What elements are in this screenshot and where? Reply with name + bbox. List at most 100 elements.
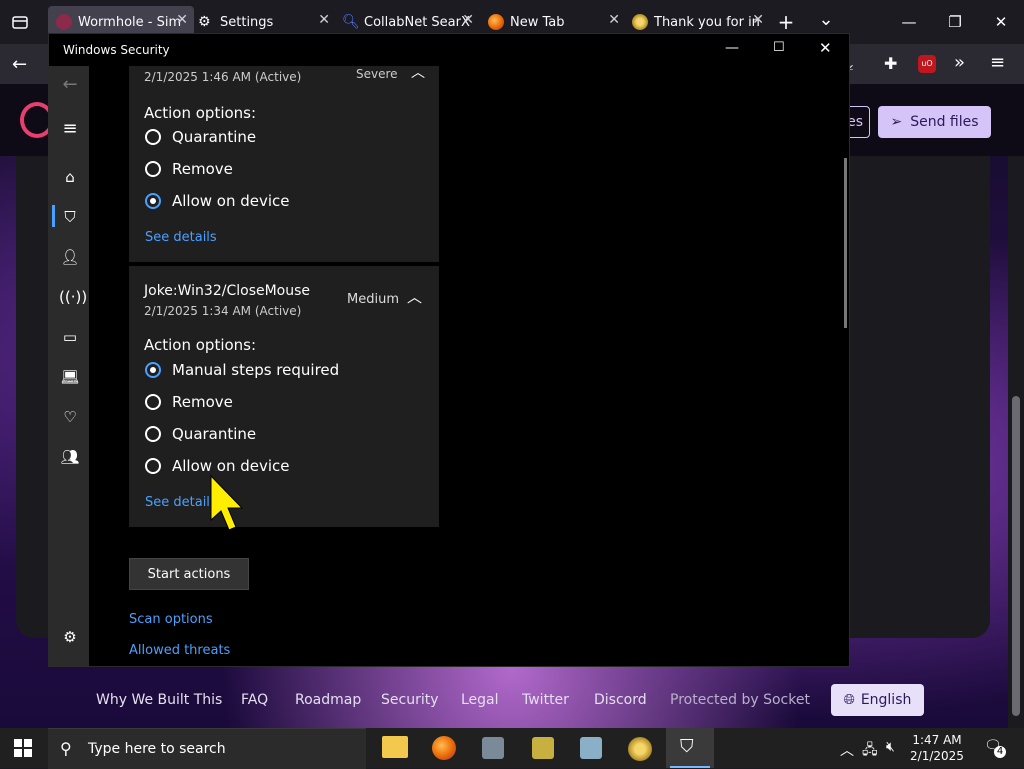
minimize-icon[interactable]: — bbox=[725, 40, 739, 56]
globe-icon: 🌐︎ bbox=[843, 692, 855, 708]
footer-link-discord[interactable]: Discord bbox=[594, 692, 647, 708]
radio-label: Remove bbox=[172, 393, 233, 411]
selected-indicator bbox=[52, 205, 55, 227]
browser-restore-icon[interactable]: ❐ bbox=[932, 8, 978, 36]
ws-scrollbar[interactable] bbox=[844, 158, 847, 328]
close-icon[interactable]: ✕ bbox=[318, 12, 330, 28]
mouse-cursor-icon bbox=[208, 474, 248, 534]
clock-date: 2/1/2025 bbox=[910, 749, 964, 763]
chevron-up-icon[interactable]: ︿ bbox=[411, 62, 425, 82]
browser-close-icon[interactable]: ✕ bbox=[978, 8, 1024, 36]
file-explorer-icon[interactable] bbox=[382, 736, 408, 758]
back-arrow-icon[interactable]: ← bbox=[59, 74, 81, 96]
tab-label: New Tab bbox=[510, 14, 565, 30]
notification-center-icon[interactable]: 🗨︎ 4 bbox=[984, 738, 1006, 760]
taskbar-search-input[interactable]: ⚲ Type here to search bbox=[48, 728, 366, 769]
search-placeholder: Type here to search bbox=[88, 741, 226, 757]
tab-label: Wormhole - Sim bbox=[78, 14, 182, 30]
radio-label: Allow on device bbox=[172, 457, 290, 475]
threat-severity: Severe bbox=[356, 67, 398, 81]
threat-date: 2/1/2025 1:46 AM (Active) bbox=[144, 70, 302, 84]
threat-date: 2/1/2025 1:34 AM (Active) bbox=[144, 304, 302, 318]
radio-allow-on-device[interactable] bbox=[145, 193, 161, 209]
clock[interactable]: 1:47 AM 2/1/2025 bbox=[910, 732, 964, 766]
app-browser-icon[interactable]: ▭ bbox=[59, 326, 81, 348]
device-laptop-icon[interactable]: 💻︎ bbox=[59, 366, 81, 388]
footer-link-socket[interactable]: Protected by Socket bbox=[670, 692, 810, 708]
disc-icon[interactable] bbox=[628, 737, 652, 761]
page-scrollbar[interactable] bbox=[1008, 156, 1024, 728]
radio-remove[interactable] bbox=[145, 394, 161, 410]
footer-link-twitter[interactable]: Twitter bbox=[522, 692, 569, 708]
close-icon[interactable]: ✕ bbox=[752, 12, 764, 28]
app-icon[interactable] bbox=[532, 737, 554, 759]
close-icon[interactable]: ✕ bbox=[819, 39, 832, 57]
threat-name: Joke:Win32/CloseMouse bbox=[144, 283, 311, 299]
network-icon[interactable]: 🖧︎ bbox=[862, 739, 878, 763]
hamburger-menu-icon[interactable]: ≡ bbox=[59, 118, 81, 140]
settings-gear-icon[interactable]: ⚙ bbox=[59, 626, 81, 648]
notepad-icon[interactable] bbox=[580, 737, 602, 759]
health-heart-icon[interactable]: ♡ bbox=[59, 406, 81, 428]
radio-quarantine[interactable] bbox=[145, 129, 161, 145]
windows-security-taskbar-button[interactable]: ⛉ bbox=[666, 728, 714, 768]
threat-card-1: 2/1/2025 1:46 AM (Active) Severe ︿ Actio… bbox=[129, 65, 439, 262]
tab-label: Thank you for in bbox=[654, 14, 760, 30]
radio-allow-on-device[interactable] bbox=[145, 458, 161, 474]
footer-link-security[interactable]: Security bbox=[381, 692, 439, 708]
radio-manual-steps[interactable] bbox=[145, 362, 161, 378]
network-antenna-icon[interactable]: ((·)) bbox=[59, 286, 87, 308]
clock-time: 1:47 AM bbox=[912, 733, 962, 747]
person-icon[interactable]: 👤︎ bbox=[59, 246, 81, 268]
close-icon[interactable]: ✕ bbox=[462, 12, 474, 28]
extensions-puzzle-icon[interactable]: ✚ bbox=[884, 54, 904, 74]
radio-label: Remove bbox=[172, 160, 233, 178]
overflow-chevrons-icon[interactable]: » bbox=[954, 52, 974, 74]
footer-link-why[interactable]: Why We Built This bbox=[96, 692, 222, 708]
footer-link-legal[interactable]: Legal bbox=[461, 692, 499, 708]
chevron-up-icon[interactable]: ︿ bbox=[840, 740, 854, 760]
scan-options-link[interactable]: Scan options bbox=[129, 612, 213, 627]
close-icon[interactable]: ✕ bbox=[608, 12, 620, 28]
button-label: Send files bbox=[910, 114, 979, 130]
app-icon[interactable] bbox=[482, 737, 504, 759]
footer-link-roadmap[interactable]: Roadmap bbox=[295, 692, 361, 708]
windows-security-window: Windows Security — ☐ ✕ ← ≡ ⌂ ⛉ 👤︎ ((·)) … bbox=[48, 33, 850, 667]
ws-title-bar: Windows Security — ☐ ✕ bbox=[49, 34, 849, 66]
footer-link-faq[interactable]: FAQ bbox=[241, 692, 268, 708]
chevron-up-icon[interactable]: ︿ bbox=[407, 286, 422, 307]
shield-icon[interactable]: ⛉ bbox=[59, 206, 81, 228]
tab-overview-icon[interactable] bbox=[10, 12, 30, 32]
disc-icon bbox=[632, 14, 648, 30]
family-icon[interactable]: 👥︎ bbox=[59, 446, 81, 468]
close-icon[interactable]: ✕ bbox=[176, 12, 188, 28]
radio-label: Quarantine bbox=[172, 128, 257, 146]
firefox-icon bbox=[488, 14, 504, 30]
see-details-link[interactable]: See details bbox=[145, 495, 217, 510]
volume-muted-icon[interactable]: 🔇︎ bbox=[886, 739, 895, 755]
gear-icon: ⚙ bbox=[198, 14, 211, 30]
allowed-threats-link[interactable]: Allowed threats bbox=[129, 643, 230, 658]
tab-list-chevron-icon[interactable]: ⌄ bbox=[814, 8, 838, 32]
firefox-taskbar-icon[interactable] bbox=[432, 736, 456, 760]
radio-remove[interactable] bbox=[145, 161, 161, 177]
radio-label: Allow on device bbox=[172, 192, 290, 210]
home-icon[interactable]: ⌂ bbox=[59, 166, 81, 188]
maximize-icon[interactable]: ☐ bbox=[773, 40, 785, 55]
see-details-link[interactable]: See details bbox=[145, 230, 217, 245]
windows-start-icon[interactable] bbox=[14, 739, 32, 757]
language-label: English bbox=[860, 692, 912, 708]
radio-quarantine[interactable] bbox=[145, 426, 161, 442]
send-files-button[interactable]: ➢ Send files bbox=[878, 106, 991, 138]
browser-minimize-icon[interactable]: — bbox=[886, 8, 932, 36]
radio-label: Manual steps required bbox=[172, 361, 340, 379]
hamburger-menu-icon[interactable]: ≡ bbox=[990, 52, 1010, 74]
back-arrow-icon[interactable]: ← bbox=[12, 54, 34, 75]
send-icon: ➢ bbox=[890, 114, 903, 130]
ublock-origin-icon[interactable]: uO bbox=[918, 55, 936, 73]
action-options-title: Action options: bbox=[144, 104, 257, 122]
button-label: Start actions bbox=[147, 566, 231, 582]
start-actions-button[interactable]: Start actions bbox=[129, 558, 249, 590]
language-selector[interactable]: 🌐︎ English bbox=[831, 684, 924, 716]
new-tab-plus-icon[interactable]: + bbox=[774, 10, 798, 34]
